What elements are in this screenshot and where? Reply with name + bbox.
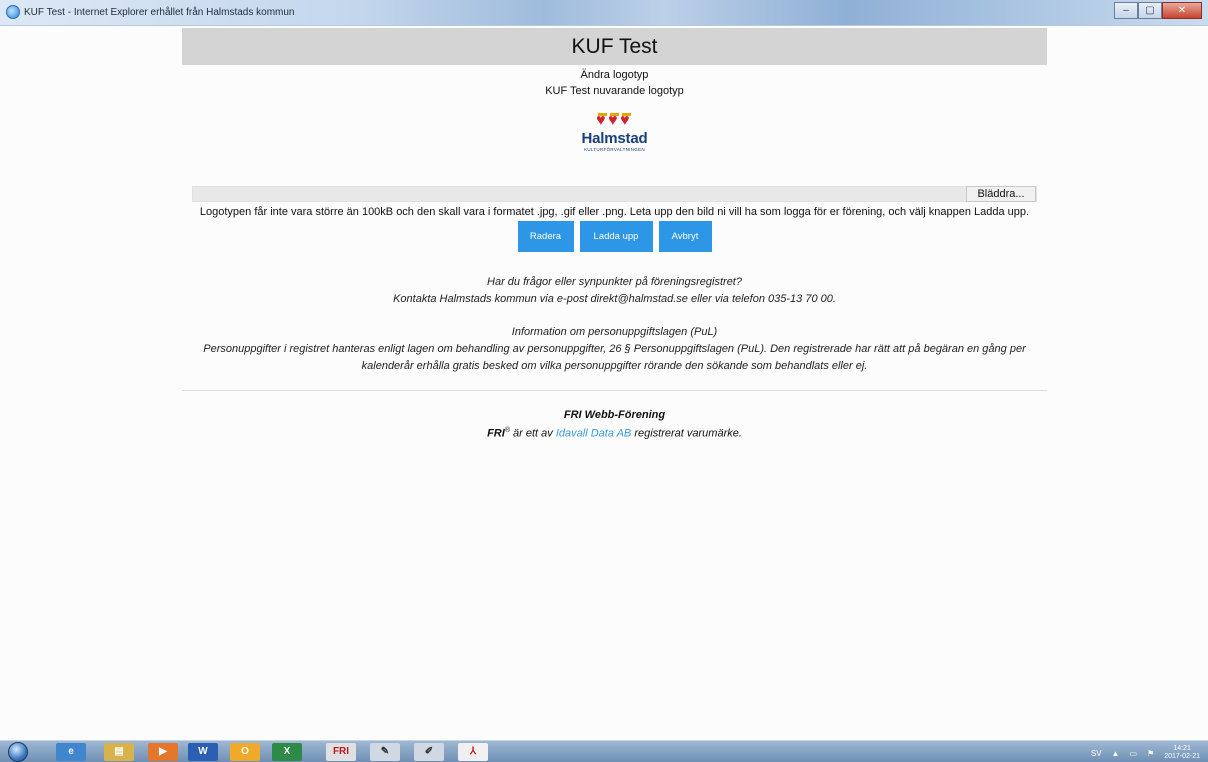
system-tray: SV ▲ ▭ ⚑ 14:21 2017-02-21 bbox=[1091, 745, 1200, 761]
scanner-icon[interactable]: ✎ bbox=[370, 743, 400, 761]
window-titlebar: KUF Test - Internet Explorer erhållet fr… bbox=[0, 0, 1208, 26]
minimize-button[interactable]: – bbox=[1114, 2, 1138, 19]
clock[interactable]: 14:21 2017-02-21 bbox=[1164, 745, 1200, 761]
clock-time: 14:21 bbox=[1173, 745, 1191, 752]
ie-icon bbox=[6, 5, 20, 19]
ie-icon[interactable]: e bbox=[56, 743, 86, 761]
browse-button[interactable]: Bläddra... bbox=[966, 186, 1036, 202]
delete-button[interactable]: Radera bbox=[517, 221, 574, 252]
change-logo-heading: Ändra logotyp bbox=[580, 69, 649, 81]
footer-product: FRI Webb-Förening bbox=[563, 409, 666, 421]
word-icon[interactable]: W bbox=[188, 743, 218, 761]
page-content: KUF Test Ändra logotyp KUF Test nuvarand… bbox=[182, 28, 1047, 442]
action-buttons: Radera Ladda upp Avbryt bbox=[182, 221, 1047, 252]
pdf-icon[interactable]: ⅄ bbox=[458, 743, 488, 761]
contact-question: Har du frågor eller synpunkter på föreni… bbox=[487, 276, 742, 288]
contact-section: Har du frågor eller synpunkter på föreni… bbox=[182, 274, 1047, 308]
media-player-icon[interactable]: ▶ bbox=[148, 743, 178, 761]
language-indicator[interactable]: SV bbox=[1091, 749, 1102, 758]
cancel-button[interactable]: Avbryt bbox=[658, 221, 712, 252]
close-button[interactable]: ✕ bbox=[1162, 2, 1202, 19]
upload-info-text: Logotypen får inte vara större än 100kB … bbox=[199, 206, 1030, 218]
window-controls: – ▢ ✕ bbox=[1114, 2, 1202, 19]
clock-date: 2017-02-21 bbox=[1164, 753, 1200, 760]
taskbar: e ▤ ▶ W O X FRI ✎ ✐ ⅄ SV ▲ ▭ ⚑ 14:21 201… bbox=[0, 740, 1208, 762]
outlook-icon[interactable]: O bbox=[230, 743, 260, 761]
excel-icon[interactable]: X bbox=[272, 743, 302, 761]
logo-name: Halmstad bbox=[581, 130, 648, 147]
fri-icon[interactable]: FRI bbox=[326, 743, 356, 761]
page-title: KUF Test bbox=[182, 28, 1047, 65]
maximize-button[interactable]: ▢ bbox=[1138, 2, 1162, 19]
explorer-icon[interactable]: ▤ bbox=[104, 743, 134, 761]
contact-details: Kontakta Halmstads kommun via e-post dir… bbox=[393, 293, 836, 305]
tool-icon[interactable]: ✐ bbox=[414, 743, 444, 761]
pul-section: Information om personuppgiftslagen (PuL)… bbox=[182, 324, 1047, 375]
file-input[interactable]: Bläddra... bbox=[192, 186, 1037, 202]
window-title: KUF Test - Internet Explorer erhållet fr… bbox=[24, 7, 295, 18]
tray-arrow-icon[interactable]: ▲ bbox=[1112, 749, 1120, 758]
divider bbox=[182, 390, 1047, 391]
pul-heading: Information om personuppgiftslagen (PuL) bbox=[511, 326, 718, 338]
start-button[interactable] bbox=[8, 742, 28, 762]
current-logo-label: KUF Test nuvarande logotyp bbox=[545, 85, 684, 97]
footer-trademark: FRI® är ett av Idavall Data AB registrer… bbox=[487, 427, 742, 440]
upload-button[interactable]: Ladda upp bbox=[579, 221, 653, 252]
pul-text: Personuppgifter i registret hanteras enl… bbox=[203, 343, 1026, 372]
network-icon[interactable]: ▭ bbox=[1129, 749, 1137, 758]
hearts-crown-icon bbox=[575, 112, 655, 131]
logo-subtitle: KULTURFÖRVALTNINGEN bbox=[584, 147, 645, 152]
footer: FRI Webb-Förening FRI® är ett av Idavall… bbox=[182, 407, 1047, 442]
footer-brand: FRI bbox=[487, 427, 505, 440]
flag-icon[interactable]: ⚑ bbox=[1147, 749, 1154, 758]
company-link[interactable]: Idavall Data AB bbox=[556, 428, 631, 440]
halmstad-logo: Halmstad KULTURFÖRVALTNINGEN bbox=[575, 112, 655, 169]
